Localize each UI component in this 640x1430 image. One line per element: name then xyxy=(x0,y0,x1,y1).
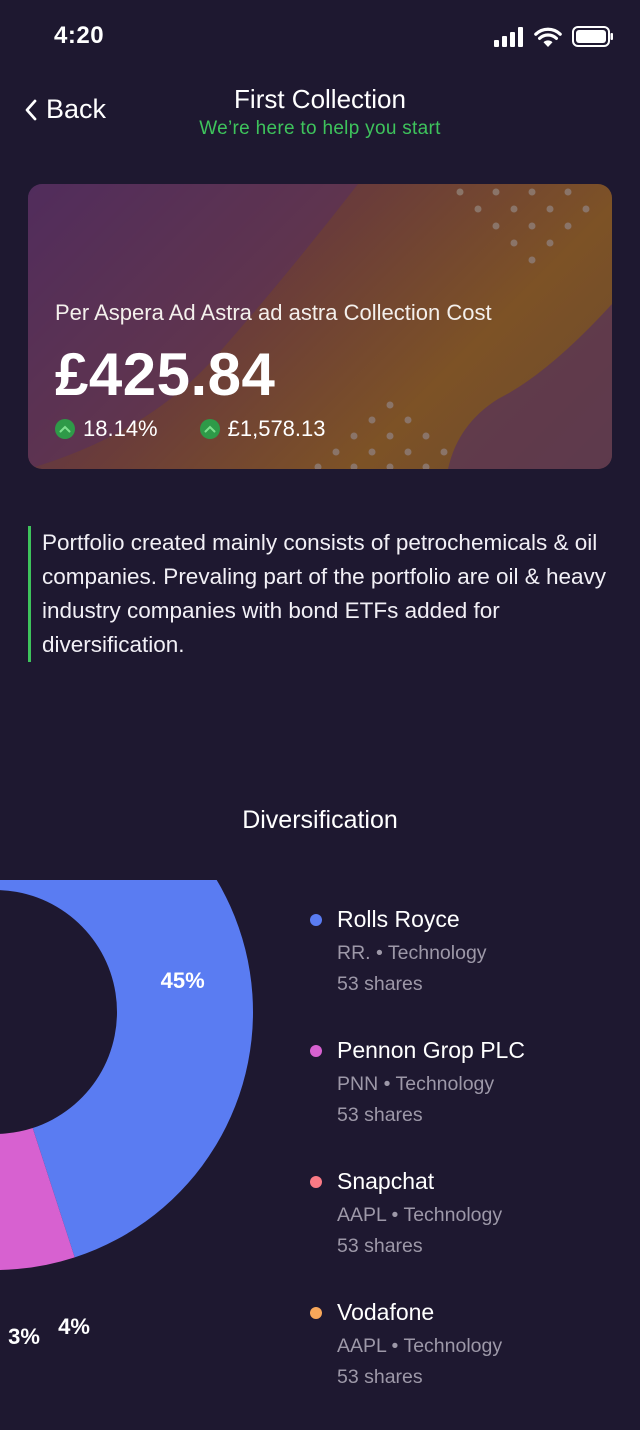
page-title: First Collection xyxy=(234,84,406,114)
card-stats: 18.14% £1,578.13 xyxy=(55,416,326,442)
status-bar: 4:20 xyxy=(0,0,640,72)
legend-meta: AAPL • Technology xyxy=(337,1204,503,1226)
legend-name: Snapchat xyxy=(337,1168,435,1194)
legend-dot xyxy=(310,914,322,926)
dot-pattern-bottom xyxy=(314,401,448,469)
donut-slice-label: 45% xyxy=(161,968,205,993)
change-percent: 18.14% xyxy=(83,416,158,441)
change-percent-stat: 18.14% xyxy=(55,416,158,442)
collection-cost-label: Per Aspera Ad Astra ad astra Collection … xyxy=(55,300,492,325)
collection-cost-amount: £425.84 xyxy=(55,341,276,408)
donut-slice-label: 3% xyxy=(8,1324,40,1349)
legend-item[interactable]: Rolls Royce RR. • Technology 53 shares xyxy=(310,906,630,1037)
diversification-legend: Rolls Royce RR. • Technology 53 shares Penn… xyxy=(310,906,630,1430)
arrow-up-icon xyxy=(199,419,220,439)
legend-dot xyxy=(310,1307,322,1319)
navigation-bar: Back First Collection We’re here to help… xyxy=(0,80,640,150)
legend-name: Rolls Royce xyxy=(337,906,460,932)
legend-name: Vodafone xyxy=(337,1299,435,1325)
legend-shares: 53 shares xyxy=(337,1366,423,1388)
legend-dot xyxy=(310,1045,322,1057)
legend-item[interactable]: Vodafone AAPL • Technology 53 shares xyxy=(310,1299,630,1430)
legend-name: Pennon Grop PLC xyxy=(337,1037,525,1063)
wifi-icon xyxy=(534,27,562,47)
donut-slice-label: 4% xyxy=(58,1314,90,1339)
legend-shares: 53 shares xyxy=(337,1235,423,1257)
legend-meta: RR. • Technology xyxy=(337,942,487,964)
diversification-donut-chart: 45%29%19%4%3% xyxy=(0,880,253,1349)
change-value: £1,578.13 xyxy=(227,416,326,441)
legend-item[interactable]: Pennon Grop PLC PNN • Technology 53 shares xyxy=(310,1037,630,1168)
collection-cost-card[interactable]: Per Aspera Ad Astra ad astra Collection … xyxy=(28,184,612,469)
portfolio-description: Portfolio created mainly consists of pet… xyxy=(28,526,626,662)
dot-pattern-top xyxy=(456,188,590,264)
legend-shares: 53 shares xyxy=(337,1104,423,1126)
page-subtitle: We’re here to help you start xyxy=(199,118,441,139)
legend-item[interactable]: Snapchat AAPL • Technology 53 shares xyxy=(310,1168,630,1299)
legend-meta: AAPL • Technology xyxy=(337,1335,503,1357)
legend-dot xyxy=(310,1176,322,1188)
legend-shares: 53 shares xyxy=(337,973,423,995)
change-value-stat: £1,578.13 xyxy=(199,416,326,442)
status-time: 4:20 xyxy=(54,22,105,49)
diversification-title: Diversification xyxy=(242,806,398,834)
legend-meta: PNN • Technology xyxy=(337,1073,495,1095)
battery-icon xyxy=(572,26,613,47)
signal-icon xyxy=(494,26,523,47)
arrow-up-icon xyxy=(55,419,75,439)
status-icons xyxy=(494,26,614,47)
